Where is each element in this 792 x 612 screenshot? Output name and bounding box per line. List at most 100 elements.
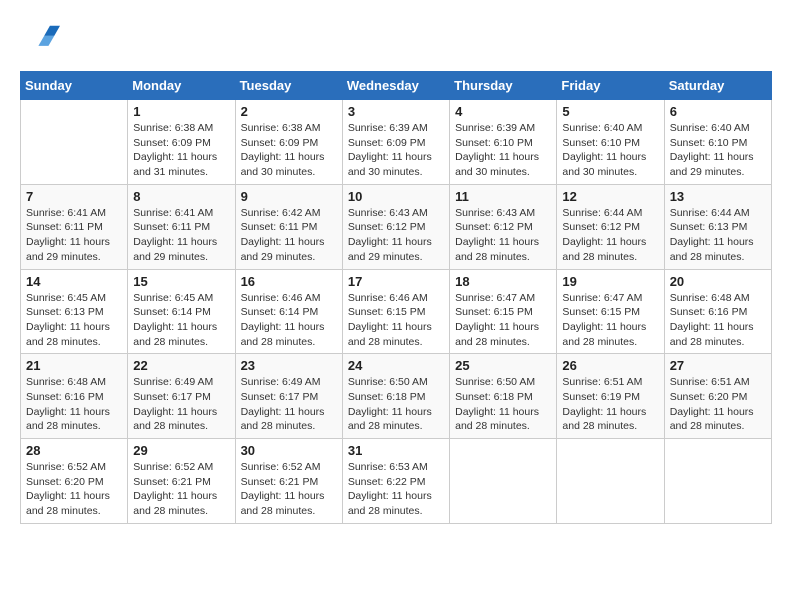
day-number: 17: [348, 274, 444, 289]
header-wednesday: Wednesday: [342, 72, 449, 100]
calendar-cell: 23 Sunrise: 6:49 AM Sunset: 6:17 PM Dayli…: [235, 354, 342, 439]
calendar-week-row: 28 Sunrise: 6:52 AM Sunset: 6:20 PM Dayli…: [21, 439, 772, 524]
day-info: Sunrise: 6:47 AM Sunset: 6:15 PM Dayligh…: [562, 291, 658, 350]
day-info: Sunrise: 6:40 AM Sunset: 6:10 PM Dayligh…: [562, 121, 658, 180]
day-info: Sunrise: 6:44 AM Sunset: 6:12 PM Dayligh…: [562, 206, 658, 265]
day-number: 21: [26, 358, 122, 373]
day-number: 3: [348, 104, 444, 119]
day-info: Sunrise: 6:51 AM Sunset: 6:20 PM Dayligh…: [670, 375, 766, 434]
day-number: 26: [562, 358, 658, 373]
day-number: 15: [133, 274, 229, 289]
day-number: 12: [562, 189, 658, 204]
day-number: 22: [133, 358, 229, 373]
calendar-week-row: 7Sunrise: 6:41 AM Sunset: 6:11 PM Daylig…: [21, 184, 772, 269]
day-info: Sunrise: 6:45 AM Sunset: 6:14 PM Dayligh…: [133, 291, 229, 350]
day-info: Sunrise: 6:39 AM Sunset: 6:09 PM Dayligh…: [348, 121, 444, 180]
day-number: 19: [562, 274, 658, 289]
day-number: 13: [670, 189, 766, 204]
calendar-cell: 31 Sunrise: 6:53 AM Sunset: 6:22 PM Dayli…: [342, 439, 449, 524]
day-info: Sunrise: 6:53 AM Sunset: 6:22 PM Dayligh…: [348, 460, 444, 519]
day-info: Sunrise: 6:39 AM Sunset: 6:10 PM Dayligh…: [455, 121, 551, 180]
calendar-cell: 17Sunrise: 6:46 AM Sunset: 6:15 PM Dayli…: [342, 269, 449, 354]
day-info: Sunrise: 6:41 AM Sunset: 6:11 PM Dayligh…: [133, 206, 229, 265]
day-info: Sunrise: 6:49 AM Sunset: 6:17 PM Dayligh…: [241, 375, 337, 434]
day-number: 4: [455, 104, 551, 119]
calendar-week-row: 1 Sunrise: 6:38 AM Sunset: 6:09 PM Daylig…: [21, 100, 772, 185]
day-number: 27: [670, 358, 766, 373]
day-number: 11: [455, 189, 551, 204]
calendar-cell: 25 Sunrise: 6:50 AM Sunset: 6:18 PM Dayli…: [450, 354, 557, 439]
day-number: 5: [562, 104, 658, 119]
day-info: Sunrise: 6:42 AM Sunset: 6:11 PM Dayligh…: [241, 206, 337, 265]
day-number: 28: [26, 443, 122, 458]
calendar-cell: 16 Sunrise: 6:46 AM Sunset: 6:14 PM Dayli…: [235, 269, 342, 354]
day-info: Sunrise: 6:44 AM Sunset: 6:13 PM Dayligh…: [670, 206, 766, 265]
calendar-cell: 18 Sunrise: 6:47 AM Sunset: 6:15 PM Dayli…: [450, 269, 557, 354]
calendar-cell: 15 Sunrise: 6:45 AM Sunset: 6:14 PM Dayli…: [128, 269, 235, 354]
calendar-cell: 1 Sunrise: 6:38 AM Sunset: 6:09 PM Daylig…: [128, 100, 235, 185]
day-info: Sunrise: 6:50 AM Sunset: 6:18 PM Dayligh…: [348, 375, 444, 434]
header-sunday: Sunday: [21, 72, 128, 100]
calendar-cell: 7Sunrise: 6:41 AM Sunset: 6:11 PM Daylig…: [21, 184, 128, 269]
calendar-cell: 19 Sunrise: 6:47 AM Sunset: 6:15 PM Dayli…: [557, 269, 664, 354]
day-info: Sunrise: 6:43 AM Sunset: 6:12 PM Dayligh…: [348, 206, 444, 265]
calendar-cell: 29 Sunrise: 6:52 AM Sunset: 6:21 PM Dayli…: [128, 439, 235, 524]
calendar-cell: 3 Sunrise: 6:39 AM Sunset: 6:09 PM Daylig…: [342, 100, 449, 185]
day-number: 31: [348, 443, 444, 458]
calendar-cell: 8 Sunrise: 6:41 AM Sunset: 6:11 PM Daylig…: [128, 184, 235, 269]
logo: [20, 20, 60, 61]
day-number: 23: [241, 358, 337, 373]
calendar-cell: 26 Sunrise: 6:51 AM Sunset: 6:19 PM Dayli…: [557, 354, 664, 439]
header-thursday: Thursday: [450, 72, 557, 100]
calendar-cell: 14 Sunrise: 6:45 AM Sunset: 6:13 PM Dayli…: [21, 269, 128, 354]
day-number: 16: [241, 274, 337, 289]
calendar-cell: 5 Sunrise: 6:40 AM Sunset: 6:10 PM Daylig…: [557, 100, 664, 185]
day-info: Sunrise: 6:51 AM Sunset: 6:19 PM Dayligh…: [562, 375, 658, 434]
day-number: 29: [133, 443, 229, 458]
logo-icon: [24, 20, 60, 56]
day-info: Sunrise: 6:45 AM Sunset: 6:13 PM Dayligh…: [26, 291, 122, 350]
calendar-cell: 6 Sunrise: 6:40 AM Sunset: 6:10 PM Daylig…: [664, 100, 771, 185]
day-info: Sunrise: 6:38 AM Sunset: 6:09 PM Dayligh…: [241, 121, 337, 180]
day-info: Sunrise: 6:52 AM Sunset: 6:21 PM Dayligh…: [241, 460, 337, 519]
day-info: Sunrise: 6:43 AM Sunset: 6:12 PM Dayligh…: [455, 206, 551, 265]
calendar-cell: [664, 439, 771, 524]
calendar-cell: 13 Sunrise: 6:44 AM Sunset: 6:13 PM Dayli…: [664, 184, 771, 269]
day-number: 30: [241, 443, 337, 458]
day-info: Sunrise: 6:47 AM Sunset: 6:15 PM Dayligh…: [455, 291, 551, 350]
day-number: 8: [133, 189, 229, 204]
day-info: Sunrise: 6:48 AM Sunset: 6:16 PM Dayligh…: [670, 291, 766, 350]
day-info: Sunrise: 6:40 AM Sunset: 6:10 PM Dayligh…: [670, 121, 766, 180]
day-info: Sunrise: 6:38 AM Sunset: 6:09 PM Dayligh…: [133, 121, 229, 180]
day-info: Sunrise: 6:48 AM Sunset: 6:16 PM Dayligh…: [26, 375, 122, 434]
day-number: 25: [455, 358, 551, 373]
day-number: 24: [348, 358, 444, 373]
calendar-cell: 2Sunrise: 6:38 AM Sunset: 6:09 PM Daylig…: [235, 100, 342, 185]
day-number: 6: [670, 104, 766, 119]
calendar-cell: 12 Sunrise: 6:44 AM Sunset: 6:12 PM Dayli…: [557, 184, 664, 269]
day-number: 14: [26, 274, 122, 289]
calendar-cell: 20 Sunrise: 6:48 AM Sunset: 6:16 PM Dayli…: [664, 269, 771, 354]
calendar-cell: 9Sunrise: 6:42 AM Sunset: 6:11 PM Daylig…: [235, 184, 342, 269]
calendar-cell: [557, 439, 664, 524]
calendar-week-row: 21 Sunrise: 6:48 AM Sunset: 6:16 PM Dayli…: [21, 354, 772, 439]
calendar-cell: 30 Sunrise: 6:52 AM Sunset: 6:21 PM Dayli…: [235, 439, 342, 524]
calendar-cell: 27 Sunrise: 6:51 AM Sunset: 6:20 PM Dayli…: [664, 354, 771, 439]
day-info: Sunrise: 6:52 AM Sunset: 6:21 PM Dayligh…: [133, 460, 229, 519]
day-number: 1: [133, 104, 229, 119]
header-friday: Friday: [557, 72, 664, 100]
calendar-header-row: SundayMondayTuesdayWednesdayThursdayFrid…: [21, 72, 772, 100]
header-saturday: Saturday: [664, 72, 771, 100]
day-number: 10: [348, 189, 444, 204]
calendar-cell: 11 Sunrise: 6:43 AM Sunset: 6:12 PM Dayli…: [450, 184, 557, 269]
day-number: 18: [455, 274, 551, 289]
calendar-table: SundayMondayTuesdayWednesdayThursdayFrid…: [20, 71, 772, 524]
header-monday: Monday: [128, 72, 235, 100]
day-info: Sunrise: 6:52 AM Sunset: 6:20 PM Dayligh…: [26, 460, 122, 519]
day-number: 20: [670, 274, 766, 289]
day-info: Sunrise: 6:50 AM Sunset: 6:18 PM Dayligh…: [455, 375, 551, 434]
calendar-cell: [21, 100, 128, 185]
calendar-cell: [450, 439, 557, 524]
header-tuesday: Tuesday: [235, 72, 342, 100]
day-info: Sunrise: 6:46 AM Sunset: 6:14 PM Dayligh…: [241, 291, 337, 350]
